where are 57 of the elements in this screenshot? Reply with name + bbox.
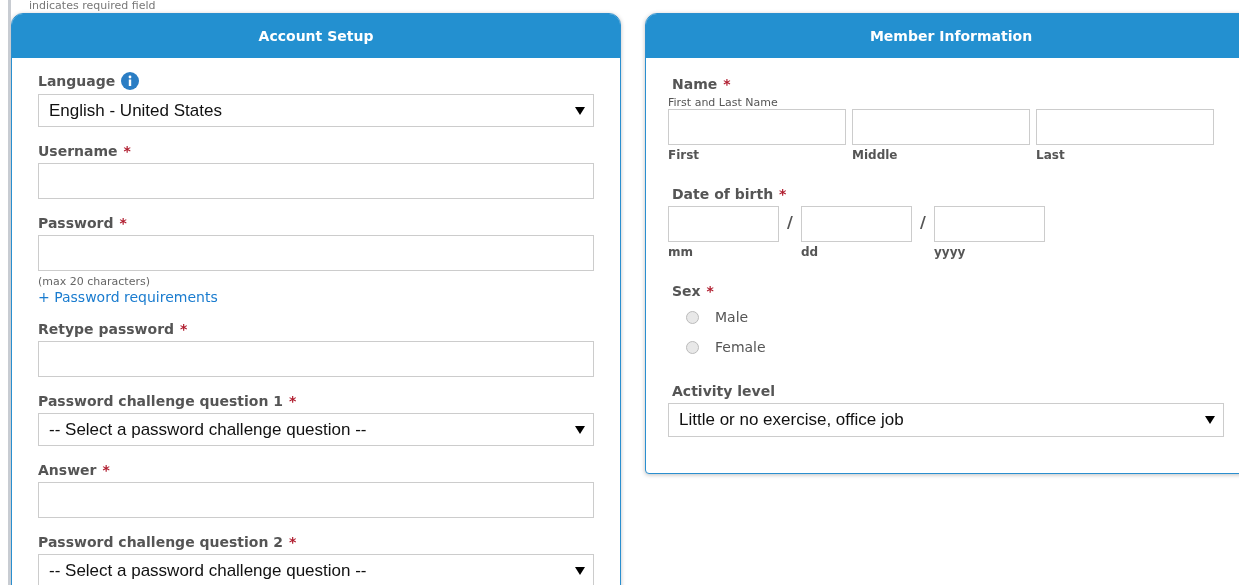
- radio-label: Male: [715, 309, 749, 325]
- dropdown[interactable]: English - United States: [38, 94, 594, 127]
- required-note: indicates required field: [28, 0, 157, 11]
- input-field[interactable]: [852, 109, 1030, 145]
- input-field[interactable]: [668, 206, 779, 242]
- required-mark: *: [779, 186, 787, 202]
- field-label: Date of birth: [672, 186, 774, 202]
- field-label: Answer: [38, 462, 97, 478]
- caret-icon: [575, 566, 585, 575]
- dropdown[interactable]: -- Select a password challenge question --: [38, 554, 594, 585]
- required-mark: *: [180, 321, 188, 337]
- field-label: Sex: [672, 283, 701, 299]
- sub-label: First: [668, 148, 701, 162]
- input-field[interactable]: [668, 109, 846, 145]
- radio-button[interactable]: [686, 340, 699, 354]
- field-label: Language: [38, 73, 116, 89]
- password-requirements-link[interactable]: + Password requirements: [38, 289, 594, 305]
- required-mark: *: [289, 534, 297, 550]
- required-mark: *: [706, 283, 714, 299]
- field-label: Password challenge question 1: [38, 393, 284, 409]
- field-label: Retype password: [38, 321, 175, 337]
- info-icon[interactable]: [121, 72, 140, 90]
- sub-label: yyyy: [934, 245, 967, 259]
- radio-label: Female: [715, 339, 766, 355]
- sub-label: mm: [668, 245, 694, 259]
- field-label: Username: [38, 143, 118, 159]
- required-mark: *: [102, 462, 110, 478]
- date-separator: /: [919, 212, 927, 234]
- date-separator: /: [786, 212, 794, 234]
- input-field[interactable]: [38, 163, 594, 199]
- field-label: Password: [38, 215, 114, 231]
- sub-label: Middle: [852, 148, 899, 162]
- required-mark: *: [723, 76, 731, 92]
- field-label: Password challenge question 2: [38, 534, 284, 550]
- caret-icon: [575, 106, 585, 115]
- field-label: Activity level: [672, 383, 775, 399]
- card-title: Account Setup: [258, 28, 374, 44]
- required-mark: *: [123, 143, 131, 159]
- dropdown[interactable]: Little or no exercise, office job: [668, 403, 1224, 437]
- caret-icon: [1205, 416, 1215, 424]
- sub-label: dd: [801, 245, 820, 259]
- field-hint: (max 20 characters): [38, 275, 151, 288]
- input-field[interactable]: [934, 206, 1045, 242]
- input-field[interactable]: [1036, 109, 1214, 145]
- required-mark: *: [289, 393, 297, 409]
- caret-icon: [575, 425, 585, 434]
- field-hint: First and Last Name: [668, 96, 779, 109]
- input-field[interactable]: [38, 482, 594, 518]
- card-title: Member Information: [869, 28, 1033, 44]
- dropdown[interactable]: -- Select a password challenge question --: [38, 413, 594, 446]
- input-field[interactable]: [38, 235, 594, 271]
- input-field[interactable]: [801, 206, 912, 242]
- input-field[interactable]: [38, 341, 594, 377]
- radio-button[interactable]: [686, 310, 699, 324]
- sub-label: Last: [1036, 148, 1066, 162]
- field-label: Name: [672, 76, 718, 92]
- required-mark: *: [119, 215, 127, 231]
